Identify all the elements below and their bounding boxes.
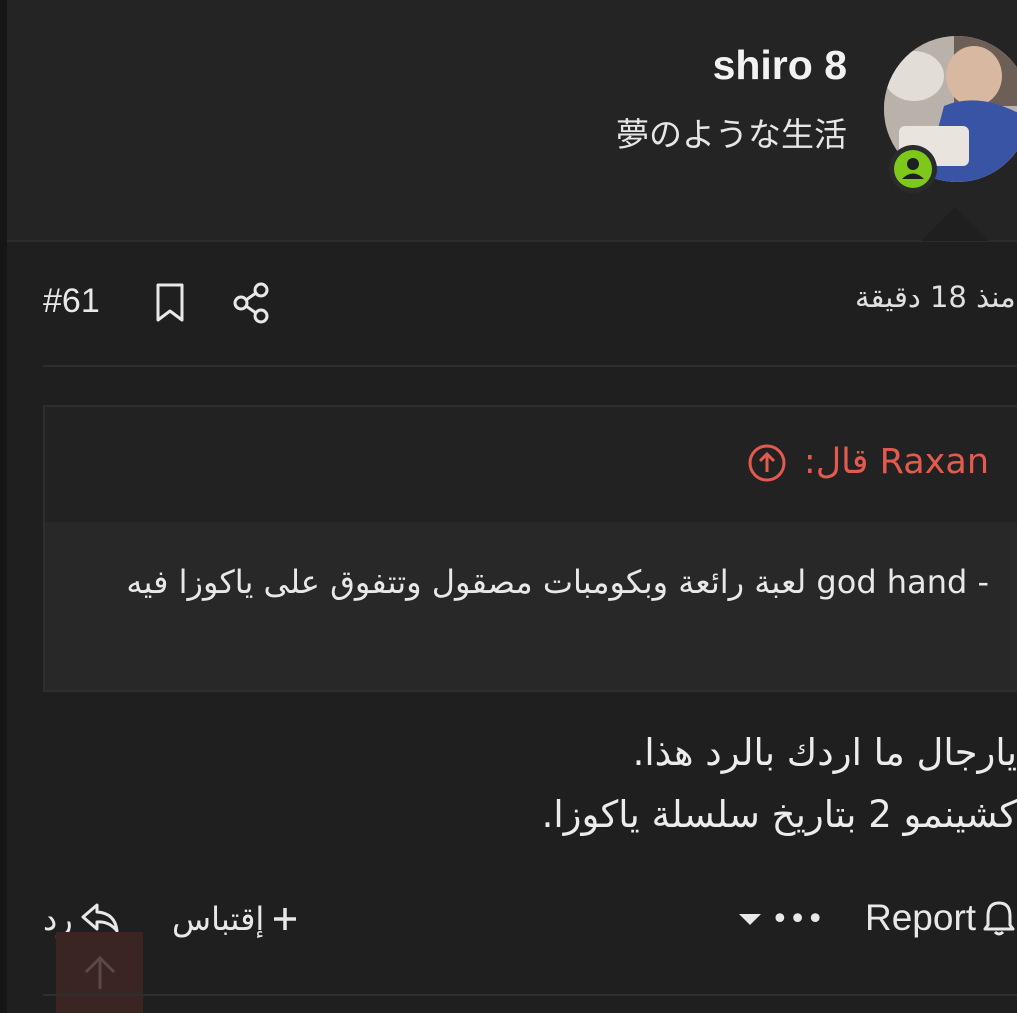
- forum-post-page: shiro 8 夢のような生活 #61 منذ 18 دقيقة Raxan ق…: [0, 0, 1017, 1013]
- bell-icon: [983, 901, 1015, 936]
- post-actions: رد إقتباس ••• Report: [7, 882, 1017, 952]
- quote-label: إقتباس: [172, 900, 265, 938]
- caret-down-icon: [739, 914, 761, 925]
- quote-author[interactable]: Raxan قال:: [804, 442, 989, 482]
- online-status-badge: [889, 145, 937, 193]
- plus-icon: [274, 908, 297, 930]
- quote-header: Raxan قال:: [45, 407, 1017, 522]
- author-title: 夢のような生活: [616, 115, 847, 154]
- header-pointer: [921, 207, 989, 241]
- quote-body: - god hand لعبة رائعة وبكومبات مصقول وتت…: [45, 522, 1017, 690]
- quote-button[interactable]: إقتباس: [172, 897, 298, 941]
- post-container: #61 منذ 18 دقيقة Raxan قال: - god hand ل…: [7, 242, 1017, 1013]
- author-name[interactable]: shiro 8: [713, 42, 847, 89]
- scroll-to-top-button[interactable]: [56, 932, 143, 1013]
- divider: [43, 994, 1017, 996]
- post-timestamp[interactable]: منذ 18 دقيقة: [855, 280, 1016, 314]
- left-edge: [0, 0, 7, 1013]
- more-options-button[interactable]: •••: [739, 897, 824, 941]
- post-body: يارجال ما اردك بالرد هذا. كشينمو 2 بتاري…: [317, 722, 1017, 846]
- arrow-up-icon: [84, 955, 115, 989]
- user-online-icon: [894, 150, 932, 188]
- quote-block: Raxan قال: - god hand لعبة رائعة وبكومبا…: [43, 405, 1017, 692]
- share-icon[interactable]: [232, 282, 272, 328]
- go-to-quote-icon[interactable]: [747, 443, 787, 487]
- divider: [43, 365, 1017, 367]
- post-body-line: كشينمو 2 بتاريخ سلسلة ياكوزا.: [541, 793, 1017, 836]
- quote-text: - god hand لعبة رائعة وبكومبات مصقول وتت…: [126, 563, 989, 601]
- post-number-link[interactable]: #61: [43, 282, 100, 321]
- more-label: •••: [771, 901, 825, 937]
- post-body-line: يارجال ما اردك بالرد هذا.: [632, 731, 1017, 774]
- report-label: Report: [865, 897, 977, 938]
- author-header: shiro 8 夢のような生活: [7, 0, 1017, 242]
- bookmark-icon[interactable]: [153, 282, 187, 328]
- report-button[interactable]: Report: [865, 894, 1016, 942]
